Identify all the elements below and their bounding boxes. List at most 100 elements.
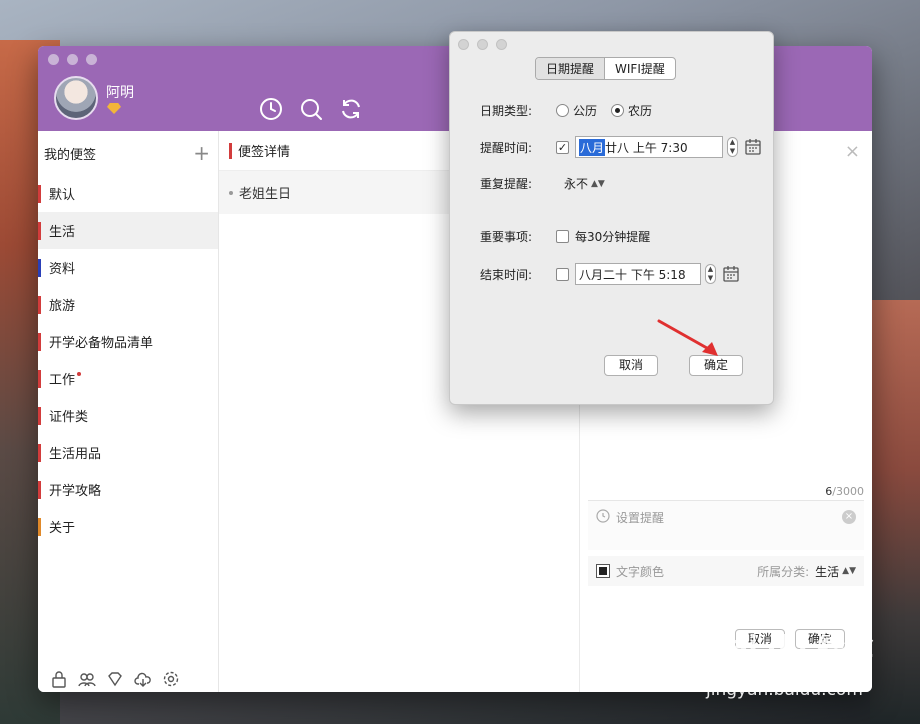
dialog-window-controls [458,39,507,50]
category-color-bar [38,296,41,314]
sidebar-item-1[interactable]: 生活 [38,212,218,249]
sidebar-item-label: 资料 [49,262,76,277]
end-time-checkbox[interactable] [556,267,569,281]
category-color-bar [38,481,41,499]
note-list-title: 便签详情 [238,145,291,160]
reminder-type-tabs: 日期提醒 WIFI提醒 [535,57,676,80]
category-color-bar [38,222,41,240]
category-sidebar: 我的便签 + 默认生活资料旅游开学必备物品清单 工作证件类生活用品开学攻略关于 [38,131,219,692]
sidebar-item-label: 生活 [49,225,76,240]
reminder-setting[interactable]: 设置提醒 × [588,500,864,550]
sidebar-item-2[interactable]: 资料 [38,249,218,286]
radio-lunar-label: 农历 [628,104,653,118]
sidebar-item-label: 开学必备物品清单 [49,336,154,351]
repeat-label: 重复提醒: [480,177,533,191]
bottom-toolbar [50,670,180,688]
sidebar-item-9[interactable]: 关于 [38,508,218,545]
sidebar-item-label: 关于 [49,521,76,536]
dialog-cancel-button[interactable]: 取消 [604,355,659,376]
dialog-zoom-button[interactable] [496,39,507,50]
sync-icon[interactable] [338,96,364,122]
sidebar-item-label: 旅游 [49,299,76,314]
end-time-label: 结束时间: [480,267,533,282]
window-controls [48,54,97,65]
sidebar-item-7[interactable]: 生活用品 [38,434,218,471]
username: 阿明 [106,85,134,101]
diamond-icon[interactable] [106,670,124,688]
date-type-label: 日期类型: [480,104,533,118]
sidebar-item-3[interactable]: 旅游 [38,286,218,323]
dialog-minimize-button[interactable] [477,39,488,50]
char-count-max: /3000 [832,485,864,498]
chevron-updown-icon[interactable]: ▲▼ [842,566,856,576]
clock-icon[interactable] [258,96,284,122]
char-counter: 6/3000 [825,485,864,498]
text-color-row: 文字颜色 所属分类: 生活 ▲▼ [588,556,864,586]
text-color-label: 文字颜色 [616,564,665,579]
repeat-row: 重复提醒: 永不 ▲▼ [480,175,605,192]
sidebar-item-5[interactable]: 工作 [38,360,218,397]
important-row: 重要事项: 每30分钟提醒 [480,228,650,245]
category-list: 默认生活资料旅游开学必备物品清单 工作证件类生活用品开学攻略关于 [38,175,218,545]
zoom-window-button[interactable] [86,54,97,65]
radio-lunar[interactable] [611,104,625,117]
top-toolbar [258,96,364,122]
sidebar-item-label: 工作 [49,373,76,388]
remind-time-checkbox[interactable]: ✓ [556,140,569,154]
remind-time-stepper[interactable]: ▲ ▼ [727,137,738,157]
important-checkbox[interactable] [556,230,569,243]
sidebar-item-label: 证件类 [49,410,89,425]
close-icon[interactable]: × [845,141,860,162]
category-select[interactable]: 生活 [815,563,839,580]
end-time-input[interactable]: 八月二十 下午 5:18 [575,263,701,285]
date-type-row: 日期类型: 公历 农历 [480,102,652,119]
header-accent-bar [229,142,232,159]
settings-icon[interactable] [162,670,180,688]
chevron-updown-icon[interactable]: ▲▼ [591,179,605,189]
repeat-select[interactable]: 永不 [564,175,588,192]
sidebar-item-6[interactable]: 证件类 [38,397,218,434]
category-color-bar [38,518,41,536]
sidebar-item-4[interactable]: 开学必备物品清单 [38,323,218,360]
category-color-bar [38,407,41,425]
close-window-button[interactable] [48,54,59,65]
sidebar-item-8[interactable]: 开学攻略 [38,471,218,508]
search-icon[interactable] [298,96,324,122]
sidebar-header: 我的便签 + [38,131,218,175]
category-color-bar [38,444,41,462]
clear-reminder-icon[interactable]: × [842,510,856,524]
category-color-bar [38,259,41,277]
remind-time-label: 提醒时间: [480,140,533,155]
category-label: 所属分类: [757,564,810,579]
dialog-close-button[interactable] [458,39,469,50]
tab-date-reminder[interactable]: 日期提醒 [536,58,606,79]
sidebar-item-label: 生活用品 [49,447,102,462]
radio-solar-label: 公历 [573,104,598,118]
end-time-stepper[interactable]: ▲ ▼ [705,264,716,284]
avatar[interactable] [54,76,98,120]
radio-solar[interactable] [556,104,569,117]
clock-icon [596,509,610,523]
cloud-download-icon[interactable] [134,670,152,688]
baidu-watermark: Bai du 经验 [708,629,874,662]
tab-wifi-reminder[interactable]: WIFI提醒 [605,58,675,79]
calendar-icon[interactable] [722,265,740,283]
remind-time-value: 廿八 上午 7:30 [605,140,688,155]
friends-icon[interactable] [78,670,96,688]
calendar-icon[interactable] [744,138,762,156]
end-time-row: 结束时间: 八月二十 下午 5:18 ▲ ▼ [480,263,740,285]
sidebar-item-label: 默认 [49,188,76,203]
sidebar-item-0[interactable]: 默认 [38,175,218,212]
unread-dot [77,371,82,376]
minimize-window-button[interactable] [67,54,78,65]
remind-time-selected-part: 八月 [579,138,606,156]
text-color-swatch[interactable] [596,564,610,578]
lock-icon[interactable] [50,670,68,688]
reminder-label: 设置提醒 [616,511,665,525]
sidebar-title: 我的便签 [44,147,97,163]
important-option-label: 每30分钟提醒 [575,230,651,244]
category-color-bar [38,185,41,203]
baidu-watermark-url: jingyan.baidu.com [706,680,863,700]
add-category-icon[interactable]: + [193,143,210,163]
remind-time-input[interactable]: 八月 廿八 上午 7:30 [575,136,723,158]
